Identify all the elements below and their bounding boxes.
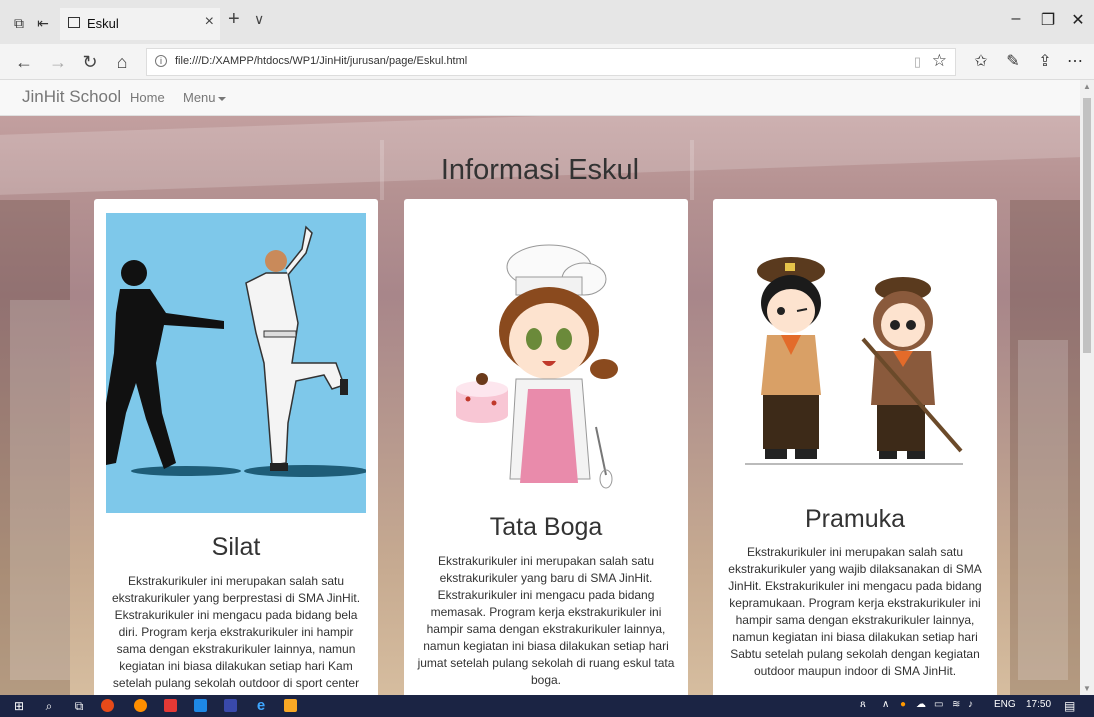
- card-pramuka-text: Ekstrakurikuler ini merupakan salah satu…: [728, 545, 982, 678]
- card-silat-text: Ekstrakurikuler ini merupakan salah satu…: [111, 574, 361, 695]
- edge-app-icon[interactable]: e: [252, 698, 270, 714]
- favorites-icon[interactable]: ✩: [970, 51, 992, 71]
- card-tata-boga-text: Ekstrakurikuler ini merupakan salah satu…: [417, 554, 675, 687]
- site-navbar: JinHit School Home Menu: [0, 80, 1080, 116]
- visual-studio-icon[interactable]: [224, 699, 237, 712]
- close-tab-icon[interactable]: ×: [205, 13, 214, 31]
- chrome-app-icon[interactable]: [101, 699, 114, 712]
- tab-list-icon[interactable]: ∨: [254, 11, 264, 28]
- home-icon[interactable]: ⌂: [110, 50, 134, 74]
- silat-image: [106, 213, 366, 513]
- tray-expand-icon[interactable]: ∧: [882, 699, 889, 710]
- scroll-up-icon[interactable]: ▲: [1083, 82, 1091, 91]
- tab-strip: ⧉ ⇤ Eskul × + ∨ – ❐ ✕: [0, 0, 1094, 44]
- card-tata-boga-title: Tata Boga: [489, 513, 603, 541]
- battery-icon[interactable]: ▭: [934, 699, 943, 710]
- url-text[interactable]: file:///D:/XAMPP/htdocs/WP1/JinHit/jurus…: [175, 55, 467, 67]
- notes-pen-icon[interactable]: ✎: [1002, 51, 1024, 71]
- tab-aside-icon[interactable]: ⇤: [32, 12, 54, 34]
- file-explorer-icon[interactable]: [194, 699, 207, 712]
- people-icon[interactable]: ጸ: [860, 699, 866, 710]
- tab-actions-icon[interactable]: ⧉: [8, 12, 30, 34]
- more-icon[interactable]: ⋯: [1064, 51, 1086, 71]
- info-icon[interactable]: i: [155, 55, 167, 67]
- tab-title: Eskul: [87, 16, 119, 31]
- card-pramuka-title: Pramuka: [804, 505, 906, 533]
- media-app-icon[interactable]: [164, 699, 177, 712]
- page-icon: [68, 17, 80, 28]
- tray-app-icon[interactable]: ●: [900, 699, 906, 710]
- windows-start-icon[interactable]: ⊞: [10, 698, 28, 714]
- forward-icon[interactable]: →: [46, 50, 70, 74]
- wifi-icon[interactable]: ≋: [952, 699, 960, 710]
- caret-down-icon: [217, 96, 226, 101]
- reading-view-icon[interactable]: ▯: [914, 54, 921, 70]
- refresh-icon[interactable]: ↻: [78, 50, 102, 74]
- scroll-thumb[interactable]: [1083, 98, 1091, 353]
- card-silat: Silat Ekstrakurikuler ini merupakan sala…: [94, 199, 378, 695]
- nav-home-link[interactable]: Home: [130, 90, 165, 105]
- volume-icon[interactable]: ♪: [968, 699, 973, 710]
- card-pramuka: Pramuka Ekstrakurikuler ini merupakan sa…: [713, 199, 997, 695]
- brand-link[interactable]: JinHit School: [22, 87, 121, 107]
- new-tab-icon[interactable]: +: [228, 8, 240, 31]
- minimize-icon[interactable]: –: [1006, 10, 1026, 28]
- card-tata-boga: Tata Boga Ekstrakurikuler ini merupakan …: [404, 199, 688, 695]
- firefox-app-icon[interactable]: [134, 699, 147, 712]
- pramuka-image: [745, 257, 963, 465]
- onedrive-icon[interactable]: ☁: [916, 699, 926, 710]
- search-icon[interactable]: ⌕: [40, 698, 58, 714]
- nav-menu-dropdown[interactable]: Menu: [183, 90, 226, 105]
- language-indicator[interactable]: ENG: [994, 699, 1016, 710]
- clock[interactable]: 17:50: [1026, 699, 1051, 710]
- restore-icon[interactable]: ❐: [1038, 10, 1058, 30]
- nav-menu-label: Menu: [183, 90, 216, 105]
- address-toolbar: ← → ↻ ⌂ i file:///D:/XAMPP/htdocs/WP1/Ji…: [0, 44, 1094, 80]
- share-icon[interactable]: ⇪: [1034, 51, 1056, 71]
- sublime-app-icon[interactable]: [284, 699, 297, 712]
- card-silat-title: Silat: [211, 533, 261, 561]
- close-window-icon[interactable]: ✕: [1068, 10, 1088, 30]
- action-center-icon[interactable]: ▤: [1064, 699, 1075, 713]
- page-viewport: JinHit School Home Menu Informasi Eskul …: [0, 80, 1094, 695]
- address-field[interactable]: i file:///D:/XAMPP/htdocs/WP1/JinHit/jur…: [146, 48, 956, 76]
- tab-eskul[interactable]: Eskul ×: [60, 8, 220, 40]
- vertical-scrollbar[interactable]: ▲ ▼: [1080, 80, 1094, 695]
- back-icon[interactable]: ←: [12, 50, 36, 74]
- tata-boga-image: [456, 244, 618, 489]
- windows-taskbar: ⊞ ⌕ ⧉ e ጸ ∧ ● ☁ ▭ ≋ ♪ ENG 17:50 ▤: [0, 695, 1094, 717]
- task-view-icon[interactable]: ⧉: [70, 698, 88, 714]
- page-title: Informasi Eskul: [440, 154, 640, 186]
- scroll-down-icon[interactable]: ▼: [1083, 684, 1091, 693]
- favorite-star-icon[interactable]: ☆: [932, 51, 947, 71]
